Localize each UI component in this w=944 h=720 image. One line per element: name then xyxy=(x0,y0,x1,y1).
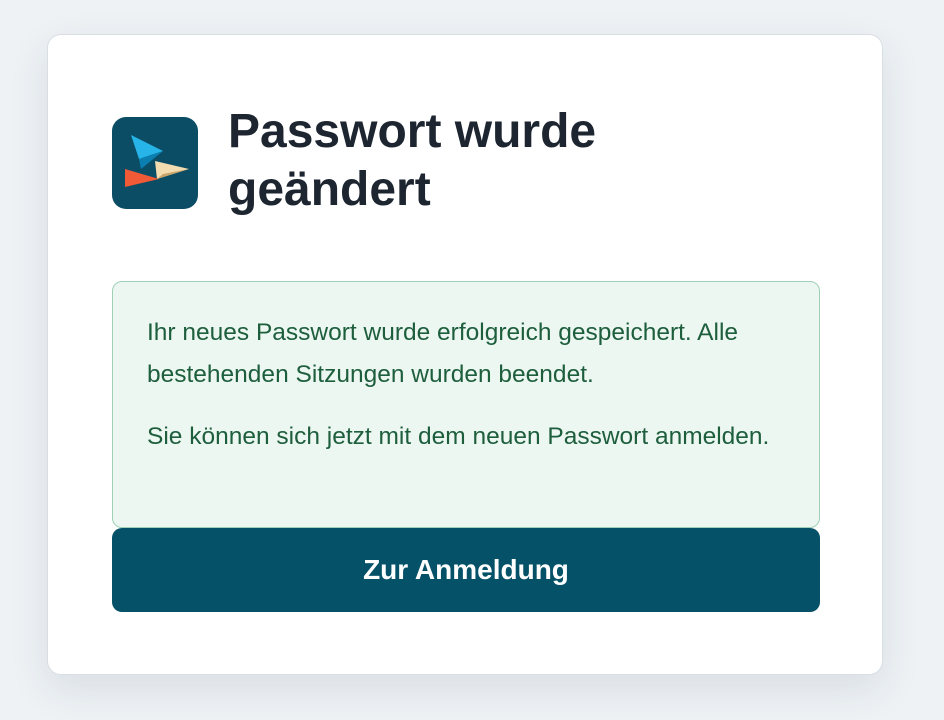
go-to-login-button[interactable]: Zur Anmeldung xyxy=(112,528,820,612)
login-hint: Sie können sich jetzt mit dem neuen Pass… xyxy=(147,423,770,450)
password-changed-card: Passwort wurde geändert Ihr neues Passwo… xyxy=(47,34,883,675)
success-notice: Ihr neues Passwort wurde erfolgreich ges… xyxy=(112,281,820,528)
page-title: Passwort wurde geändert xyxy=(228,105,597,216)
success-message: Ihr neues Passwort wurde erfolgreich ges… xyxy=(147,319,739,388)
card-header: Passwort wurde geändert xyxy=(112,103,688,219)
paper-planes-logo-icon xyxy=(112,117,198,209)
